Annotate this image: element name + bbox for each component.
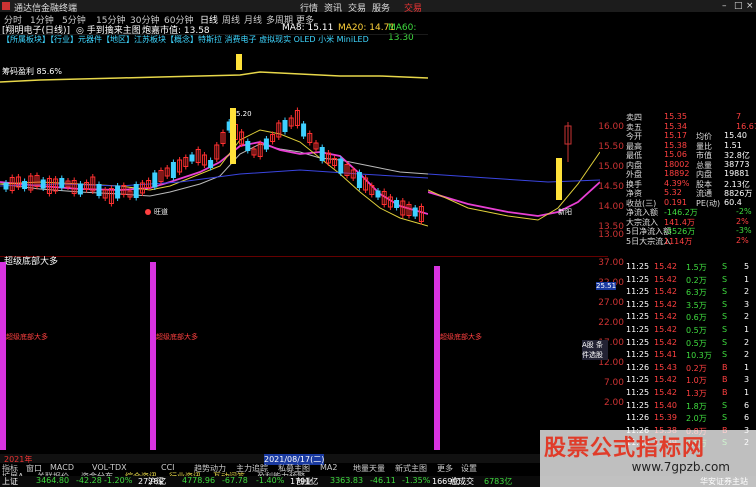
signal-bar — [236, 54, 242, 70]
status-label: 沪深 — [148, 477, 164, 486]
tick-trades-list[interactable]: 11:25 15.42 1.5万 S 5 11:25 15.42 0.2万 S 1 11:25 15.… — [624, 262, 756, 454]
signal-label: 超级底部大多 — [440, 333, 482, 341]
quote-row: 最低 15.06 市值 32.8亿 — [626, 150, 750, 160]
marker-label: 5.20 — [236, 110, 252, 118]
app-logo-icon — [2, 2, 10, 10]
quote-row: 5日净流入额 -3526万 -3% — [626, 226, 752, 236]
trade-row: 11:26 15.43 0.2万 B 1 — [626, 362, 750, 373]
trade-row: 11:26 15.39 2.0万 S 6 — [626, 413, 750, 424]
status-pct: -1.40% — [256, 476, 285, 485]
candle — [282, 120, 288, 132]
period-menubar: 分时 1分钟 5分钟 15分钟 30分钟 60分钟 日线 周线 月线 多周期 更… — [0, 12, 428, 26]
signal-column — [150, 262, 156, 450]
trade-row: 11:25 15.42 6.3万 S 2 — [626, 287, 750, 298]
signal-label-new: 新阳 — [558, 207, 572, 216]
candle — [152, 172, 158, 188]
chip-profit-label: 筹码盈利 85.6% — [2, 66, 62, 76]
status-val: 3464.80 — [36, 476, 70, 485]
status-chg: -42.28 — [76, 476, 102, 485]
title-bar: 通达信金融终端 行情 资讯 交易 服务 交易 – □ × — [0, 0, 756, 14]
quote-row: 净资 5.32 流通 8826万 — [626, 188, 753, 198]
watermark-url: www.7gpzb.com — [631, 460, 730, 474]
date-axis: 2021年 2021/08/17(二) — [0, 454, 540, 465]
status-pct: -1.35% — [402, 476, 431, 485]
price-tag: 25.51 — [596, 282, 617, 290]
sub-indicator-panel[interactable]: 超级底部大多 超级底部大多 超级底部大多 超级底部大多 A股 条件选股 25.5… — [0, 256, 617, 454]
candle — [319, 147, 325, 161]
quote-row: 换手 4.39% 股本 2.13亿 — [626, 178, 750, 189]
signal-label: 旺道 — [154, 207, 168, 216]
candle — [3, 182, 9, 190]
stock-info-bar: [翔明电子(日线)] ◎ 手到擒来主图 炮嘉市值: 13.58 MA8: 15.… — [0, 23, 428, 43]
trade-row: 11:25 15.42 0.5万 S 1 — [626, 325, 750, 335]
trade-row: 11:25 15.41 10.3万 S 2 — [626, 350, 750, 361]
status-label: 上证 — [2, 477, 18, 486]
candle — [115, 185, 121, 199]
candle — [96, 184, 102, 196]
signal-label: 超级底部大多 — [6, 333, 48, 341]
ma8-label: MA8: 15.11 — [282, 23, 334, 33]
candle — [263, 138, 269, 150]
trade-row: 11:25 15.40 1.8万 S 6 — [626, 400, 750, 411]
bottom-tab-bar: 2021年 2021/08/17(二) 指标 窗口 MACD VOL-TDX CCI 趋势… — [0, 454, 540, 481]
candle — [375, 190, 381, 198]
watermark-text: 股票公式指标网 — [544, 436, 706, 461]
candle — [189, 154, 195, 162]
candle — [412, 207, 418, 217]
quote-row: 卖五15.3416.67 — [626, 121, 756, 132]
status-val: 6783亿 — [484, 477, 513, 486]
close-icon[interactable]: × — [746, 1, 754, 11]
quote-row: 今开 15.17 均价 15.40 — [626, 131, 747, 141]
watermark: 股票公式指标网 www.7gpzb.com — [540, 430, 756, 487]
quote-row: 大宗流入 141.4万 2% — [626, 216, 749, 227]
candle — [208, 160, 214, 168]
minimize-icon[interactable]: – — [722, 1, 727, 11]
status-val: 3363.83 — [330, 476, 364, 485]
quote-row: 5日大宗流入 1114万 2% — [626, 235, 749, 246]
maximize-icon[interactable]: □ — [734, 1, 743, 11]
main-kline-chart[interactable]: 筹码盈利 85.6% 5.20 旺道 — [0, 34, 428, 256]
status-chg: -67.78 — [222, 476, 248, 485]
quote-row: 卖四 15.35 7 — [626, 112, 742, 122]
candle — [22, 181, 28, 189]
signal-column — [0, 262, 6, 450]
chip-profit-line — [0, 71, 428, 83]
candle — [59, 178, 65, 188]
trade-row: 11:25 15.42 3.5万 S 3 — [626, 299, 750, 310]
status-label: 创业 — [296, 477, 312, 486]
quote-row: 收益(三) 0.191 PE(动) 60.4 — [626, 197, 742, 208]
candle — [301, 123, 307, 137]
chart-right-extension[interactable]: 新阳 — [428, 112, 600, 256]
status-val: 4778.96 — [182, 476, 216, 485]
trade-row: 11:25 15.42 1.3万 B 1 — [626, 388, 750, 398]
quote-panel: 卖四15.357卖五15.3416.67今开15.17均价15.40最高15.3… — [624, 112, 756, 246]
context-menu-tag[interactable]: A股 条件选股 — [582, 340, 608, 360]
status-label: 总成交 — [450, 477, 474, 486]
candle — [356, 172, 362, 188]
quote-row: 外盘 18892 内盘 19881 — [626, 169, 750, 179]
signal-column — [434, 266, 440, 450]
trade-row: 11:25 15.42 0.6万 S 2 — [626, 312, 750, 323]
status-chg: -46.11 — [370, 476, 396, 485]
candle — [394, 200, 400, 208]
candle — [133, 184, 139, 198]
signal-label: 超级底部大多 — [156, 333, 198, 341]
quote-row: 最高 15.38 量比 1.51 — [626, 140, 742, 151]
candle — [338, 158, 344, 174]
ma20-label: MA20: 14.71 — [338, 23, 396, 33]
trade-row: 11:25 15.42 1.5万 S 5 — [626, 262, 750, 272]
candle — [40, 179, 46, 189]
candle — [245, 141, 251, 151]
trade-row: 11:25 15.42 0.5万 S 2 — [626, 337, 750, 348]
status-pct: -1.20% — [104, 476, 133, 485]
buy-signal-icon — [145, 209, 151, 215]
quote-row: 内盘 18002 总量 38773 — [626, 159, 750, 170]
sub-chart-title: 超级底部大多 — [4, 257, 59, 267]
candle — [77, 183, 83, 195]
trade-row: 11:25 15.42 0.2万 S 1 — [626, 274, 750, 285]
quote-row: 净流入额 -146.2万 -2% — [626, 207, 752, 217]
trade-row: 11:25 15.42 1.0万 B 3 — [626, 375, 750, 386]
candle — [170, 162, 176, 178]
